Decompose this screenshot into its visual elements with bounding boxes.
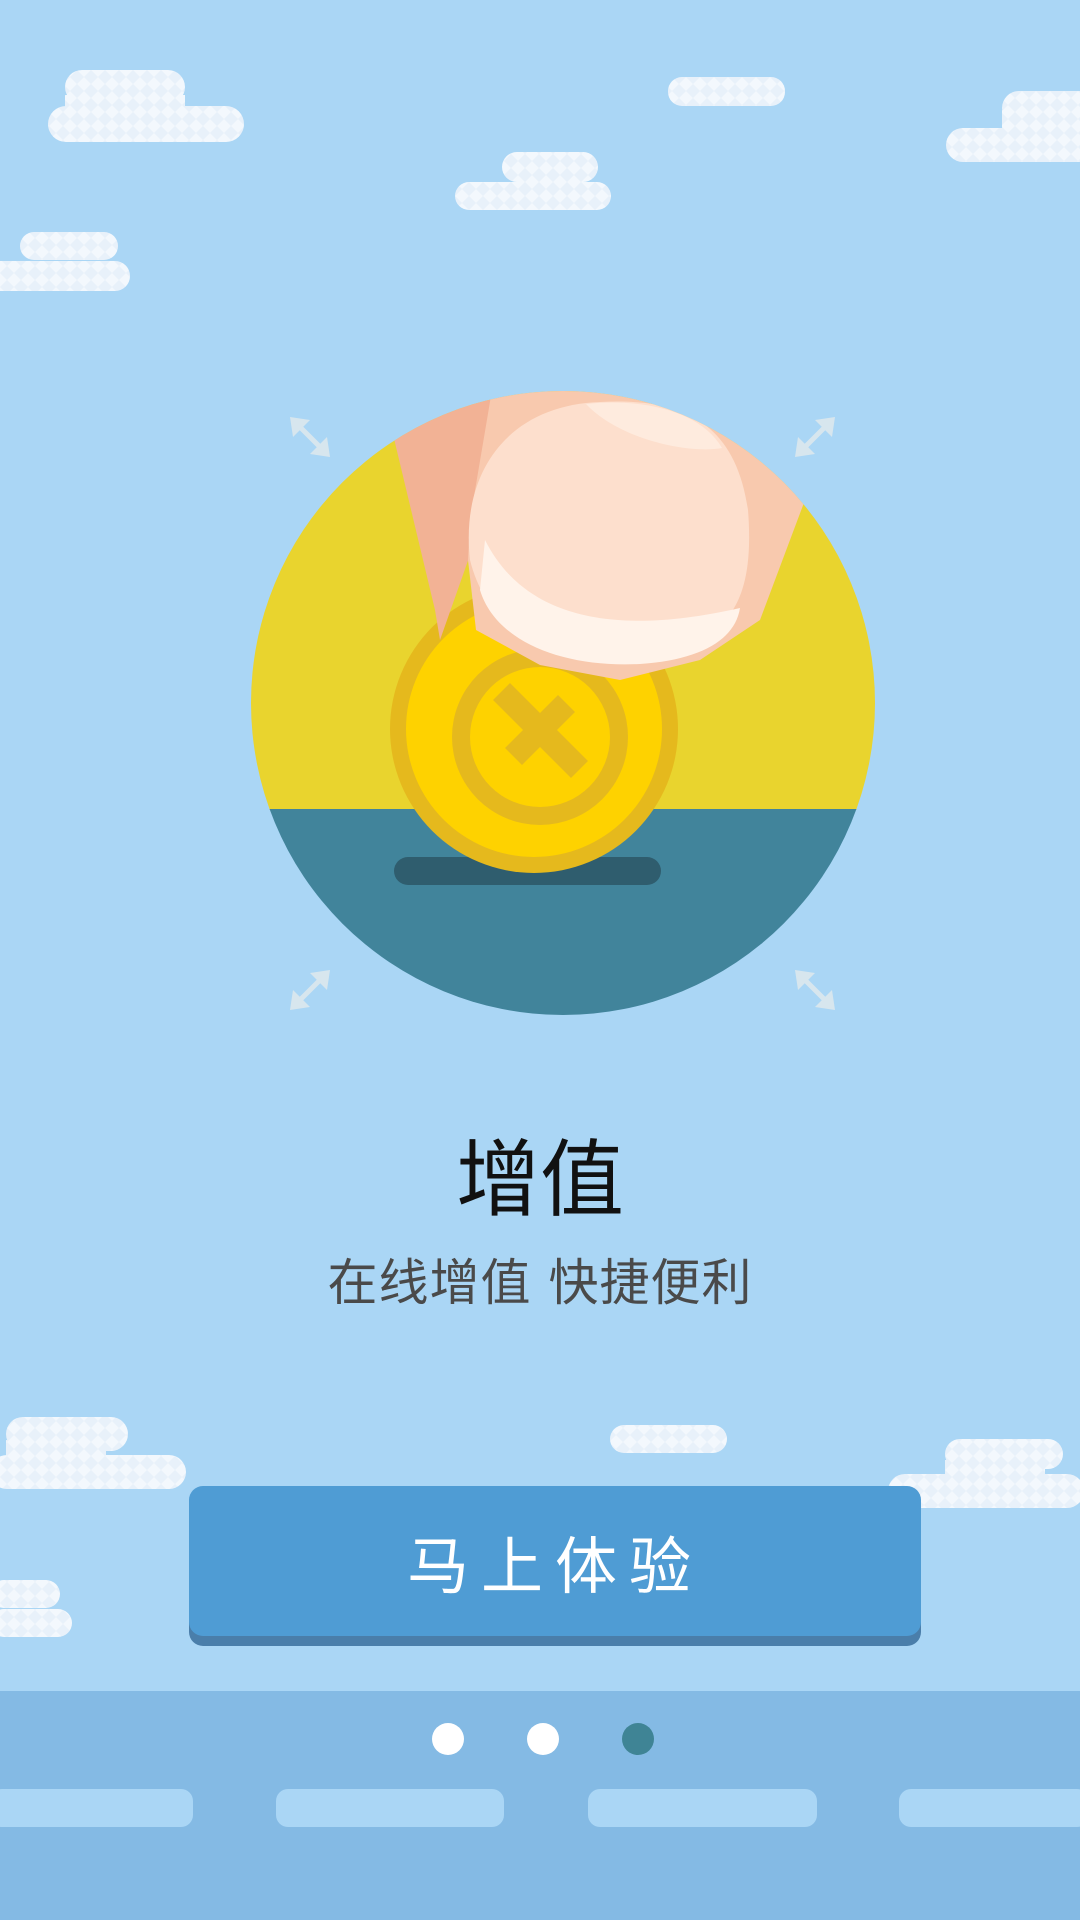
expand-arrow-icon — [290, 970, 330, 1010]
cloud-icon — [0, 1580, 72, 1637]
cloud-icon — [455, 152, 611, 210]
onboarding-screen: 增值 在线增值 快捷便利 马上体验 — [0, 0, 1080, 1920]
cloud-icon — [0, 1417, 186, 1489]
pager-dot-2[interactable] — [527, 1723, 559, 1755]
cloud-icon — [610, 1425, 727, 1453]
page-subtitle: 在线增值 快捷便利 — [327, 1254, 753, 1312]
pager-dot-1[interactable] — [432, 1723, 464, 1755]
expand-arrow-icon — [795, 970, 835, 1010]
footer-stripe — [588, 1789, 817, 1827]
footer-stripe — [276, 1789, 504, 1827]
pager-dot-3-active[interactable] — [622, 1723, 654, 1755]
coin-into-piggy-slot-icon — [251, 391, 875, 1015]
page-title: 增值 — [455, 1131, 624, 1229]
cloud-icon — [48, 70, 244, 142]
cloud-icon — [668, 77, 785, 106]
footer-stripe — [899, 1789, 1080, 1827]
expand-arrow-icon — [290, 417, 330, 457]
footer-stripe — [0, 1789, 193, 1827]
expand-arrow-icon — [795, 417, 835, 457]
start-now-button[interactable]: 马上体验 — [189, 1486, 921, 1636]
pager-dots — [0, 1723, 1080, 1755]
cloud-icon — [0, 232, 130, 291]
cloud-icon — [946, 91, 1080, 162]
